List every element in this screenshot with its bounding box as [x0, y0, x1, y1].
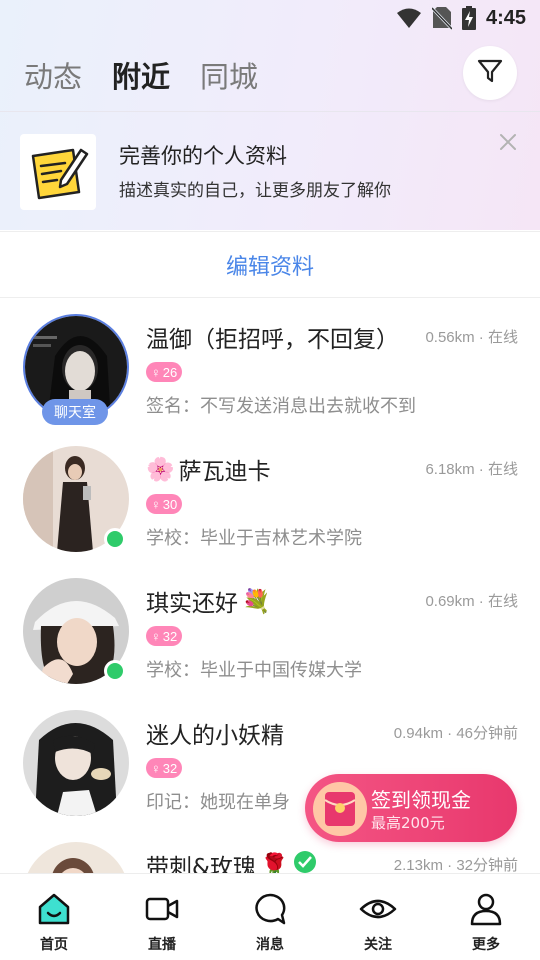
filter-icon: [476, 57, 504, 89]
female-icon: ♀: [151, 496, 161, 512]
verified-icon: [293, 850, 317, 873]
bottom-navigation: 首页 直播 消息 关注 更多: [0, 873, 540, 960]
edit-profile-button[interactable]: 编辑资料: [0, 231, 540, 298]
nav-more-label: 更多: [472, 937, 500, 953]
header-tabs: 动态 附近 同城: [24, 50, 258, 100]
checkin-subtitle: 最高200元: [371, 814, 445, 832]
banner-subtitle: 描述真实的自己，让更多朋友了解你: [119, 181, 391, 201]
age-badge: ♀ 32: [146, 626, 183, 646]
age-badge: ♀ 30: [146, 494, 183, 514]
avatar[interactable]: [23, 710, 129, 816]
distance-status: 0.94km · 46分钟前: [393, 725, 518, 742]
list-item[interactable]: 琪实还好 💐 0.69km · 在线 ♀ 32 学校：毕业于中国传媒大学: [0, 562, 540, 694]
female-icon: ♀: [151, 364, 161, 380]
eye-icon: [359, 890, 397, 928]
filter-button[interactable]: [463, 46, 517, 100]
status-time: 4:45: [485, 6, 526, 29]
distance-status: 2.13km · 32分钟前: [393, 857, 518, 873]
list-item[interactable]: 聊天室 温御（拒招呼，不回复） 0.56km · 在线 ♀ 26 签名：不写发送消…: [0, 298, 540, 430]
age-badge: ♀ 32: [146, 758, 183, 778]
edit-profile-label: 编辑资料: [225, 254, 314, 280]
nav-messages-label: 消息: [256, 937, 284, 953]
user-name: 温御（拒招呼，不回复）: [146, 327, 399, 353]
status-bar: 4:45: [0, 0, 540, 36]
checkin-title: 签到领现金: [371, 788, 471, 812]
home-icon: [35, 890, 73, 928]
avatar[interactable]: [23, 842, 129, 873]
user-name: 迷人的小妖精: [146, 723, 284, 749]
no-sim-icon: [431, 6, 452, 30]
checkin-cash-button[interactable]: 签到领现金 最高200元: [305, 774, 517, 842]
online-indicator: [104, 660, 126, 682]
user-bio: 学校：毕业于中国传媒大学: [146, 660, 362, 681]
online-indicator: [104, 528, 126, 550]
user-bio: 印记：她现在单身: [146, 792, 290, 813]
tab-nearby[interactable]: 附近: [112, 54, 170, 96]
nav-live-label: 直播: [148, 937, 176, 953]
distance-status: 6.18km · 在线: [425, 461, 518, 478]
nav-follow[interactable]: 关注: [324, 874, 432, 960]
battery-charging-icon: [461, 6, 476, 30]
notepad-pencil-icon: [20, 134, 96, 210]
nav-messages[interactable]: 消息: [216, 874, 324, 960]
nav-live[interactable]: 直播: [108, 874, 216, 960]
nav-home-label: 首页: [40, 937, 68, 953]
nav-more[interactable]: 更多: [432, 874, 540, 960]
female-icon: ♀: [151, 760, 161, 776]
nav-follow-label: 关注: [364, 937, 392, 953]
user-name: 带刺&玫瑰 🌹: [146, 848, 317, 873]
list-item[interactable]: 🌸 萨瓦迪卡 6.18km · 在线 ♀ 30 学校：毕业于吉林艺术学院: [0, 430, 540, 562]
chat-room-tag[interactable]: 聊天室: [42, 399, 108, 425]
bouquet-icon: 💐: [242, 588, 271, 615]
age-badge: ♀ 26: [146, 362, 183, 382]
wifi-icon: [396, 7, 422, 29]
flower-icon: 🌸: [146, 456, 175, 483]
nav-home[interactable]: 首页: [0, 874, 108, 960]
female-icon: ♀: [151, 628, 161, 644]
tab-moments[interactable]: 动态: [24, 54, 82, 96]
distance-status: 0.69km · 在线: [425, 593, 518, 610]
close-icon[interactable]: [498, 132, 518, 152]
tab-same-city[interactable]: 同城: [200, 54, 258, 96]
user-name: 琪实还好 💐: [146, 588, 271, 618]
user-name: 🌸 萨瓦迪卡: [146, 456, 271, 486]
user-bio: 签名：不写发送消息出去就收不到: [146, 396, 416, 417]
distance-status: 0.56km · 在线: [425, 329, 518, 346]
complete-profile-banner: 完善你的个人资料 描述真实的自己，让更多朋友了解你: [0, 111, 540, 231]
video-camera-icon: [143, 890, 181, 928]
user-profile-icon: [467, 890, 505, 928]
banner-title: 完善你的个人资料: [119, 144, 287, 168]
user-bio: 学校：毕业于吉林艺术学院: [146, 528, 362, 549]
chat-bubble-icon: [251, 890, 289, 928]
red-envelope-icon: [313, 782, 367, 836]
rose-icon: 🌹: [259, 852, 289, 874]
